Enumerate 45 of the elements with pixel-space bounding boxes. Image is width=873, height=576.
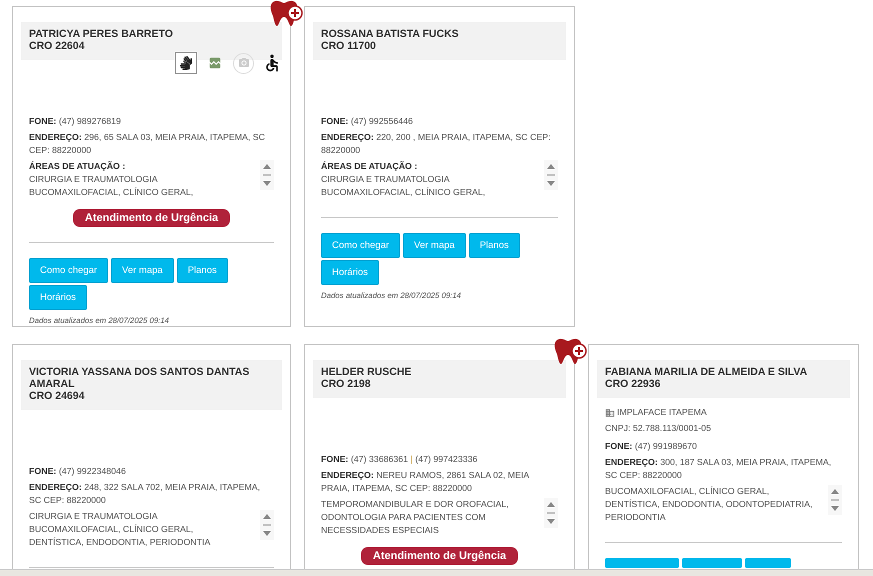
urgent-care-badge: Atendimento de Urgência [360, 547, 518, 565]
areas-label: ÁREAS DE ATUAÇÃO : [321, 160, 418, 173]
clinic-name-text: IMPLAFACE ITAPEMA [617, 406, 707, 419]
cro-number: CRO 24694 [29, 390, 86, 402]
action-button[interactable]: Planos [468, 233, 520, 258]
urgent-care-badge: Atendimento de Urgência [72, 209, 230, 227]
action-button[interactable]: Como chegar [29, 258, 108, 283]
areas-text: CIRURGIA E TRAUMATOLOGIA BUCOMAXILOFACIAL, CLÍNICO GERAL, [321, 173, 486, 199]
cnpj-text: CNPJ: 52.788.113/0001-05 [605, 422, 712, 435]
address-text: ENDEREÇO: 300, 187 SALA 03, MEIA PRAIA, ITAPEMA, SC CEP: 88220000 [605, 456, 832, 482]
cro-number: CRO 22604 [29, 40, 86, 52]
action-button[interactable]: Ver mapa [403, 233, 466, 258]
address-text: ENDEREÇO: 248, 322 SALA 702, MEIA PRAIA, ITAPEMA, SC CEP: 88220000 [29, 481, 262, 507]
dentist-name: ROSSANA BATISTA FUCKS [321, 28, 460, 40]
action-button[interactable]: Ver mapa [111, 258, 174, 283]
dentist-name: HELDER RUSCHE [321, 366, 412, 378]
address-text: ENDEREÇO: NEREU RAMOS, 2861 SALA 02, MEIA PRAIA, ITAPEMA, SC CEP: 88220000 [321, 469, 530, 495]
dentist-name: VICTORIA YASSANA DOS SANTOS DANTAS AMARAL [29, 366, 250, 390]
cro-number: CRO 2198 [321, 378, 372, 390]
scroll-arrows-icon[interactable] [544, 160, 558, 190]
phone-text: FONE: (47) 989276819 [29, 115, 122, 128]
scroll-arrows-icon[interactable] [828, 485, 842, 515]
dentist-name: PATRICYA PERES BARRETO [29, 28, 174, 40]
scroll-arrows-icon[interactable] [260, 510, 274, 540]
areas-text: CIRURGIA E TRAUMATOLOGIA BUCOMAXILOFACIAL, CLÍNICO GERAL, [29, 173, 194, 199]
action-button[interactable]: Horários [321, 260, 379, 285]
address-text: ENDEREÇO: 220, 200 , MEIA PRAIA, ITAPEMA, SC CEP: 88220000 [321, 131, 552, 157]
phone-text: FONE: (47) 991989670 [605, 440, 698, 453]
phone-text: FONE: (47) 9922348046 [29, 465, 127, 478]
phone-text: FONE: (47) 992556446 [321, 115, 414, 128]
dentist-name: FABIANA MARILIA DE ALMEIDA E SILVA [605, 366, 808, 378]
action-button[interactable]: Horários [29, 285, 87, 310]
address-text: ENDEREÇO: 296, 65 SALA 03, MEIA PRAIA, ITAPEMA, SC CEP: 88220000 [29, 131, 266, 157]
cro-number: CRO 11700 [321, 40, 377, 52]
action-button[interactable]: Planos [176, 258, 228, 283]
areas-text: BUCOMAXILOFACIAL, CLÍNICO GERAL, DENTÍSTICA, ENDODONTIA, ODONTOPEDIATRIA, PERIODONTIA [605, 485, 812, 524]
phone-text: FONE: (47) 33686361 | (47) 997423336 [321, 453, 478, 466]
cro-number: CRO 22936 [605, 378, 662, 390]
areas-text: TEMPOROMANDIBULAR E DOR OROFACIAL, ODONTOLOGIA PARA PACIENTES COM NECESSIDADES ESPECIAIS [321, 498, 509, 537]
scroll-arrows-icon[interactable] [260, 160, 274, 190]
scroll-arrows-icon[interactable] [544, 498, 558, 528]
building-icon [605, 408, 615, 418]
action-button[interactable]: Como chegar [321, 233, 400, 258]
areas-text: CIRURGIA E TRAUMATOLOGIA BUCOMAXILOFACIAL, CLÍNICO GERAL, DENTÍSTICA, ENDODONTIA, PERIODONTIA [29, 510, 210, 549]
areas-label: ÁREAS DE ATUAÇÃO : [29, 160, 126, 173]
